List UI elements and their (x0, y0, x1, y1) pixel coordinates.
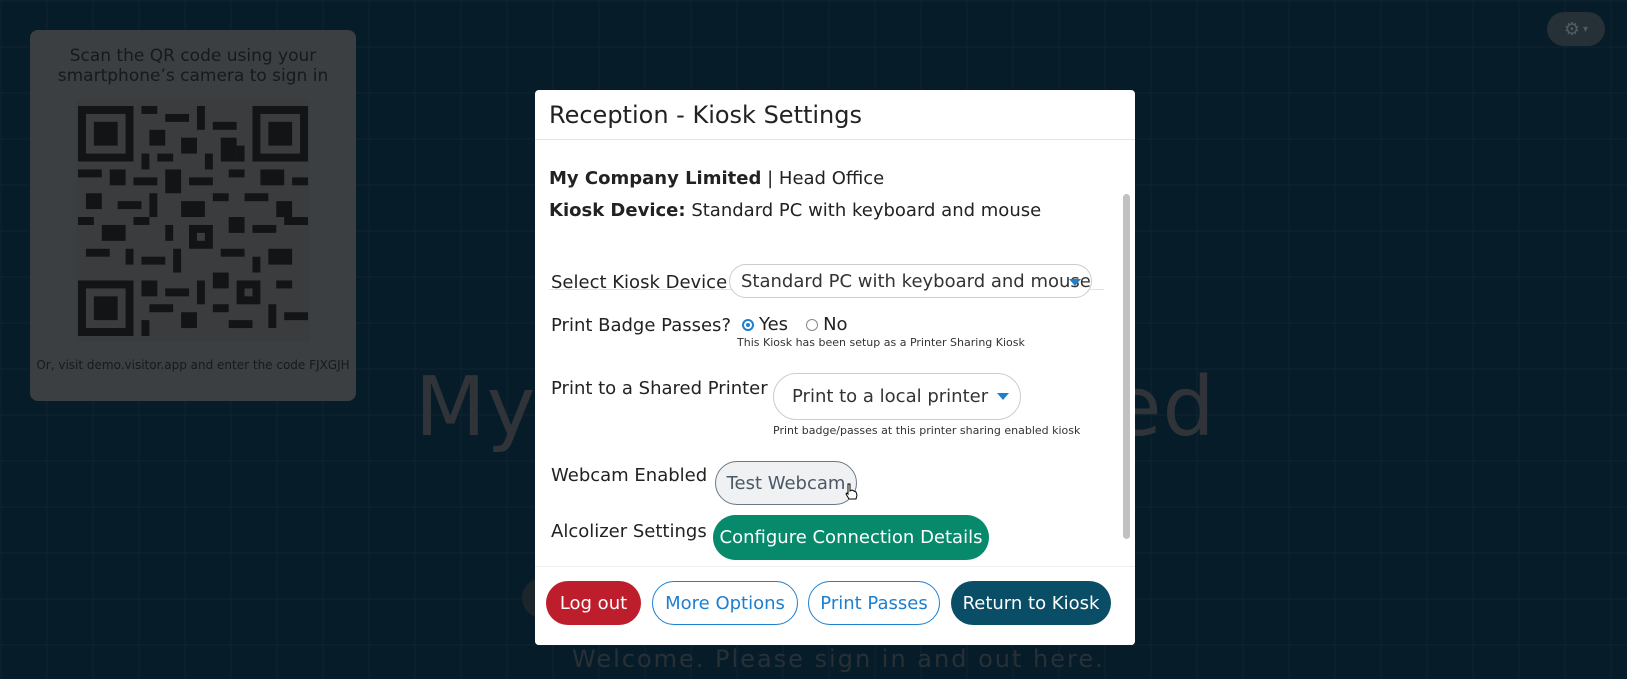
company-line: My Company Limited | Head Office (549, 163, 1041, 195)
print-passes-button[interactable]: Print Passes (808, 581, 940, 625)
modal-title: Reception - Kiosk Settings (535, 90, 1135, 140)
radio-yes[interactable] (742, 318, 754, 331)
shared-printer-note: Print badge/passes at this printer shari… (773, 424, 1081, 437)
webcam-label: Webcam Enabled (551, 465, 708, 486)
print-badge-radio-group: Yes No (742, 314, 848, 335)
logout-button[interactable]: Log out (546, 581, 641, 625)
device-label: Kiosk Device: (549, 200, 686, 221)
more-options-button[interactable]: More Options (652, 581, 798, 625)
test-webcam-button[interactable]: Test Webcam (715, 461, 857, 505)
company-separator: | (767, 168, 774, 189)
hand-cursor-icon (845, 483, 858, 500)
company-name: My Company Limited (549, 168, 762, 189)
shared-printer-select-value: Print to a local printer (792, 386, 989, 407)
print-badge-label: Print Badge Passes? (551, 315, 731, 336)
radio-no-label[interactable]: No (823, 314, 847, 335)
print-badge-note: This Kiosk has been setup as a Printer S… (737, 336, 1025, 349)
shared-printer-label: Print to a Shared Printer (551, 378, 768, 399)
modal-scrollbar[interactable] (1123, 192, 1131, 622)
shared-printer-select[interactable]: Print to a local printer (773, 373, 1021, 420)
radio-no[interactable] (806, 318, 819, 331)
select-device-label: Select Kiosk Device (551, 272, 728, 293)
device-value: Standard PC with keyboard and mouse (691, 200, 1042, 221)
kiosk-device-select-value: Standard PC with keyboard and mouse (741, 270, 1091, 292)
alcolizer-label: Alcolizer Settings (551, 521, 707, 542)
kiosk-settings-modal: Reception - Kiosk Settings My Company Li… (535, 90, 1135, 645)
return-to-kiosk-button[interactable]: Return to Kiosk (951, 581, 1111, 625)
kiosk-device-select[interactable]: Standard PC with keyboard and mouse (729, 264, 1092, 298)
company-info: My Company Limited | Head Office Kiosk D… (549, 163, 1041, 227)
radio-yes-label[interactable]: Yes (759, 314, 788, 335)
scrollbar-thumb[interactable] (1123, 194, 1130, 539)
configure-connection-button[interactable]: Configure Connection Details (713, 515, 989, 560)
caret-down-icon (997, 393, 1009, 400)
branch-name: Head Office (778, 168, 885, 189)
caret-down-icon (1069, 279, 1081, 286)
device-line: Kiosk Device: Standard PC with keyboard … (549, 195, 1041, 227)
